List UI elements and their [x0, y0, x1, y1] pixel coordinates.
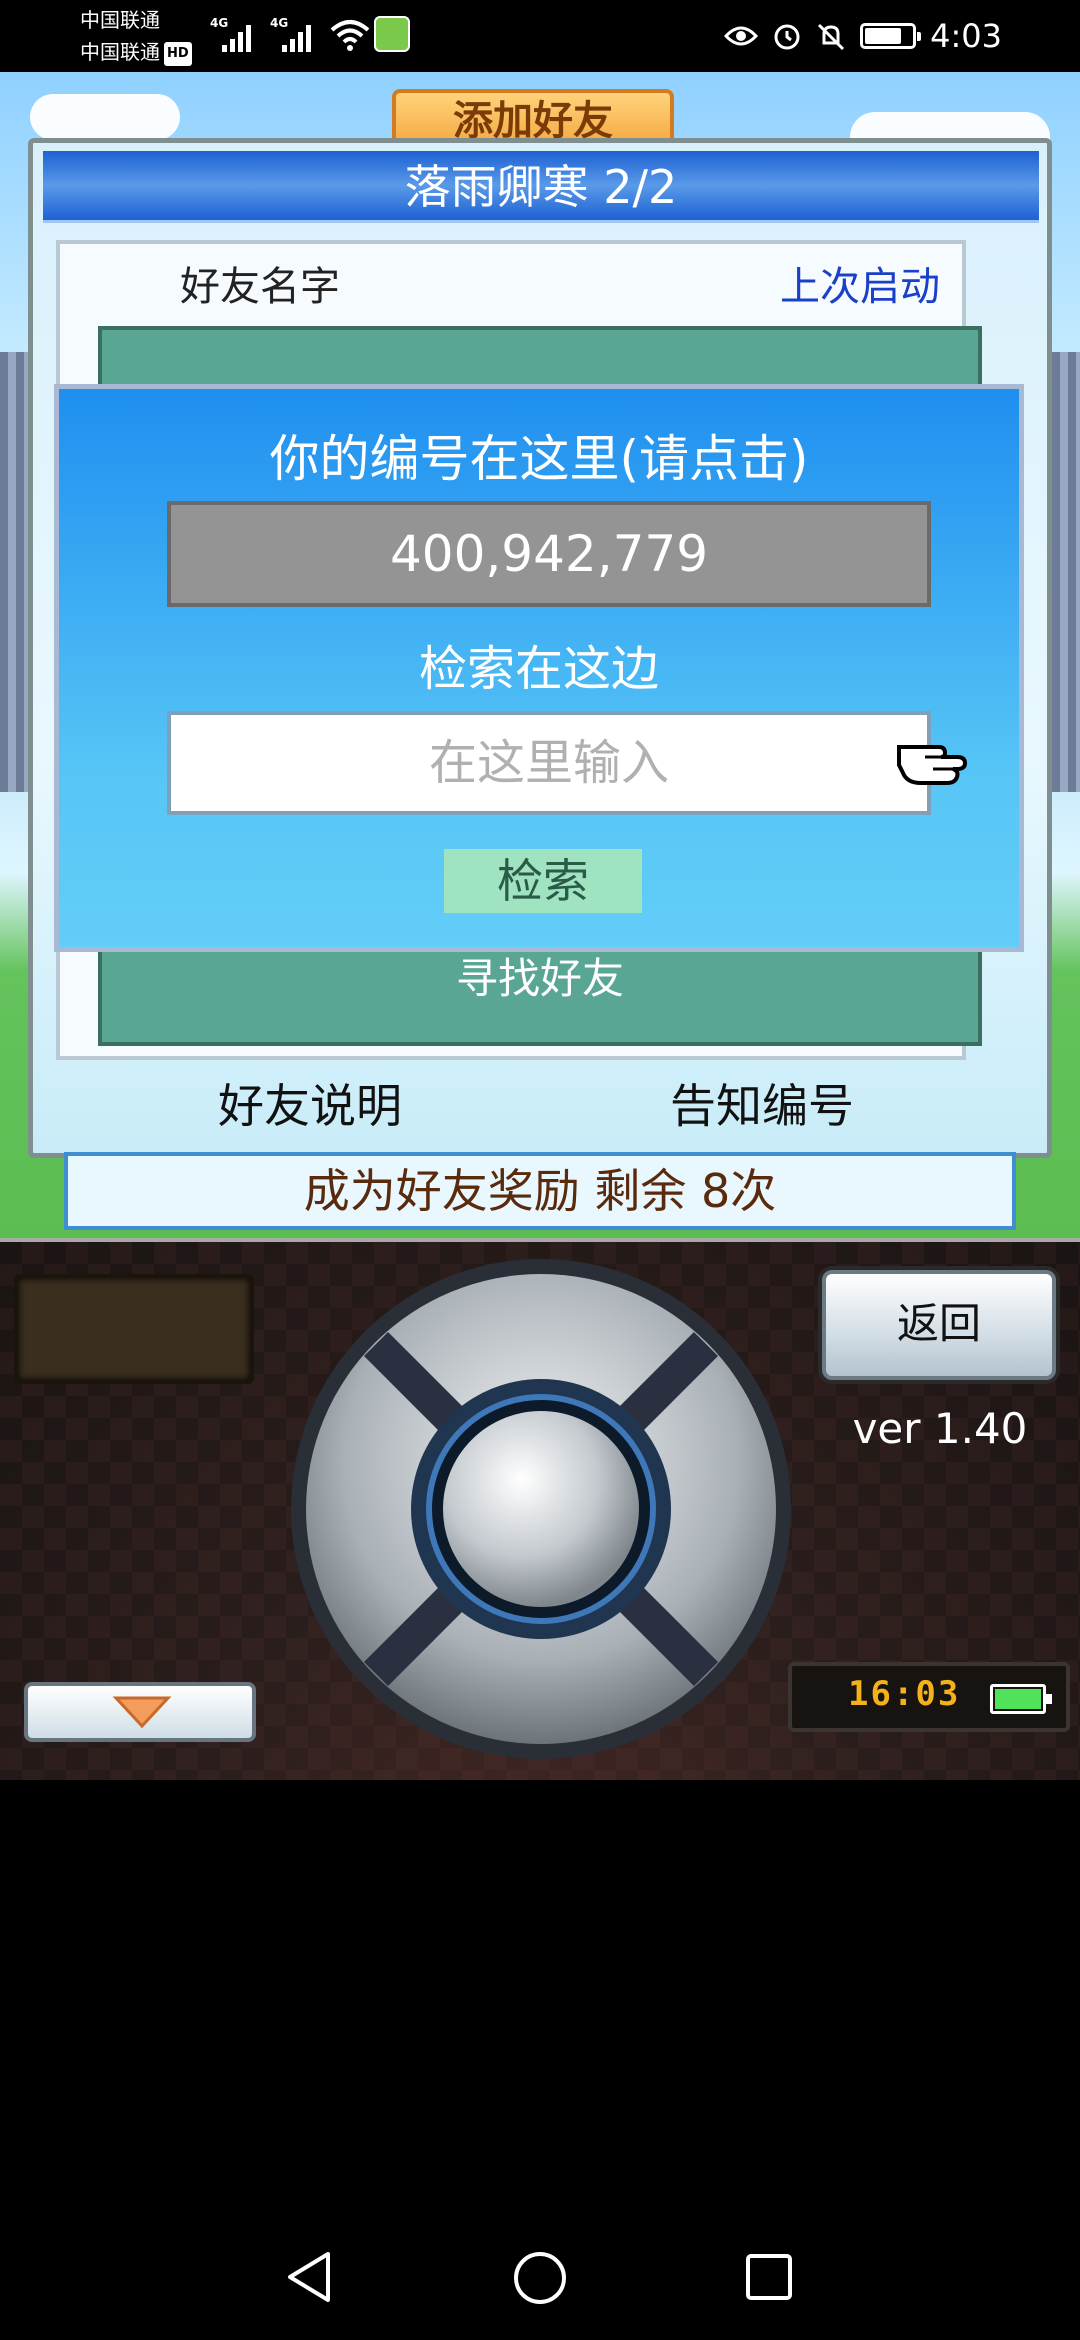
friend-explanation-button[interactable]: 好友说明 [180, 1070, 440, 1136]
column-header-friend-name: 好友名字 [180, 264, 340, 310]
lcd-screen [14, 1274, 254, 1384]
status-time: 4:03 [930, 17, 1002, 55]
stadium-stand-right [1052, 352, 1080, 792]
search-label: 检索在这边 [418, 641, 659, 697]
panel-title: 落雨卿寒 2/2 [404, 160, 678, 214]
recents-icon[interactable] [744, 2252, 794, 2302]
status-bar: 中国联通 中国联通 HD 4G 4G 4:03 [0, 0, 1080, 72]
search-dialog: 你的编号在这里(请点击) 400,942,779 检索在这边 检索 [54, 384, 1024, 952]
eye-icon [724, 26, 759, 46]
panel-header: 落雨卿寒 2/2 [43, 151, 1039, 223]
column-header-last-launch[interactable]: 上次启动 [780, 254, 940, 312]
mute-icon [818, 23, 845, 51]
hd-badge: HD [164, 41, 192, 66]
pointing-hand-icon [897, 745, 968, 785]
friend-reward-bar: 成为好友奖励 剩余 8次 [64, 1152, 1016, 1230]
search-button[interactable]: 检索 [444, 849, 642, 913]
back-icon[interactable] [284, 2250, 334, 2304]
back-button[interactable]: 返回 [822, 1270, 1056, 1380]
version-label: ver 1.40 [852, 1404, 1028, 1453]
clock-panel: 16:03 [788, 1662, 1070, 1732]
alarm-icon [774, 24, 800, 50]
home-icon[interactable] [512, 2250, 568, 2306]
battery-icon [860, 23, 922, 49]
tell-id-button[interactable]: 告知编号 [632, 1070, 892, 1136]
cloud-decoration [30, 94, 180, 140]
down-arrow-button[interactable] [24, 1682, 256, 1742]
controller-panel: 返回 ver 1.40 16:03 [0, 1238, 1080, 1780]
find-friend-button[interactable]: 寻找好友 [102, 945, 978, 1006]
game-screen: 添加好友 落雨卿寒 2/2 好友名字 上次启动 寻找好友 好友说明 告知编号 成… [0, 72, 1080, 1780]
your-id-label: 你的编号在这里(请点击) [269, 430, 809, 488]
battery-icon [990, 1684, 1052, 1714]
down-arrow-icon [112, 1696, 172, 1729]
navigation-bar [0, 2210, 1080, 2340]
app-notification-icon [374, 16, 410, 52]
carrier-name-2-text: 中国联通 [80, 40, 160, 64]
dpad-control[interactable] [286, 1254, 796, 1764]
carrier-name-1: 中国联通 [80, 8, 160, 32]
dpad-center-button [443, 1411, 639, 1607]
game-clock: 16:03 [848, 1674, 961, 1714]
status-right: 4:03 [724, 14, 1002, 58]
your-id-box[interactable]: 400,942,779 [167, 501, 931, 607]
wifi-icon [330, 20, 370, 51]
stadium-stand-left [0, 352, 30, 792]
search-input[interactable] [167, 711, 931, 815]
carrier-name-2: 中国联通 HD [80, 40, 192, 66]
